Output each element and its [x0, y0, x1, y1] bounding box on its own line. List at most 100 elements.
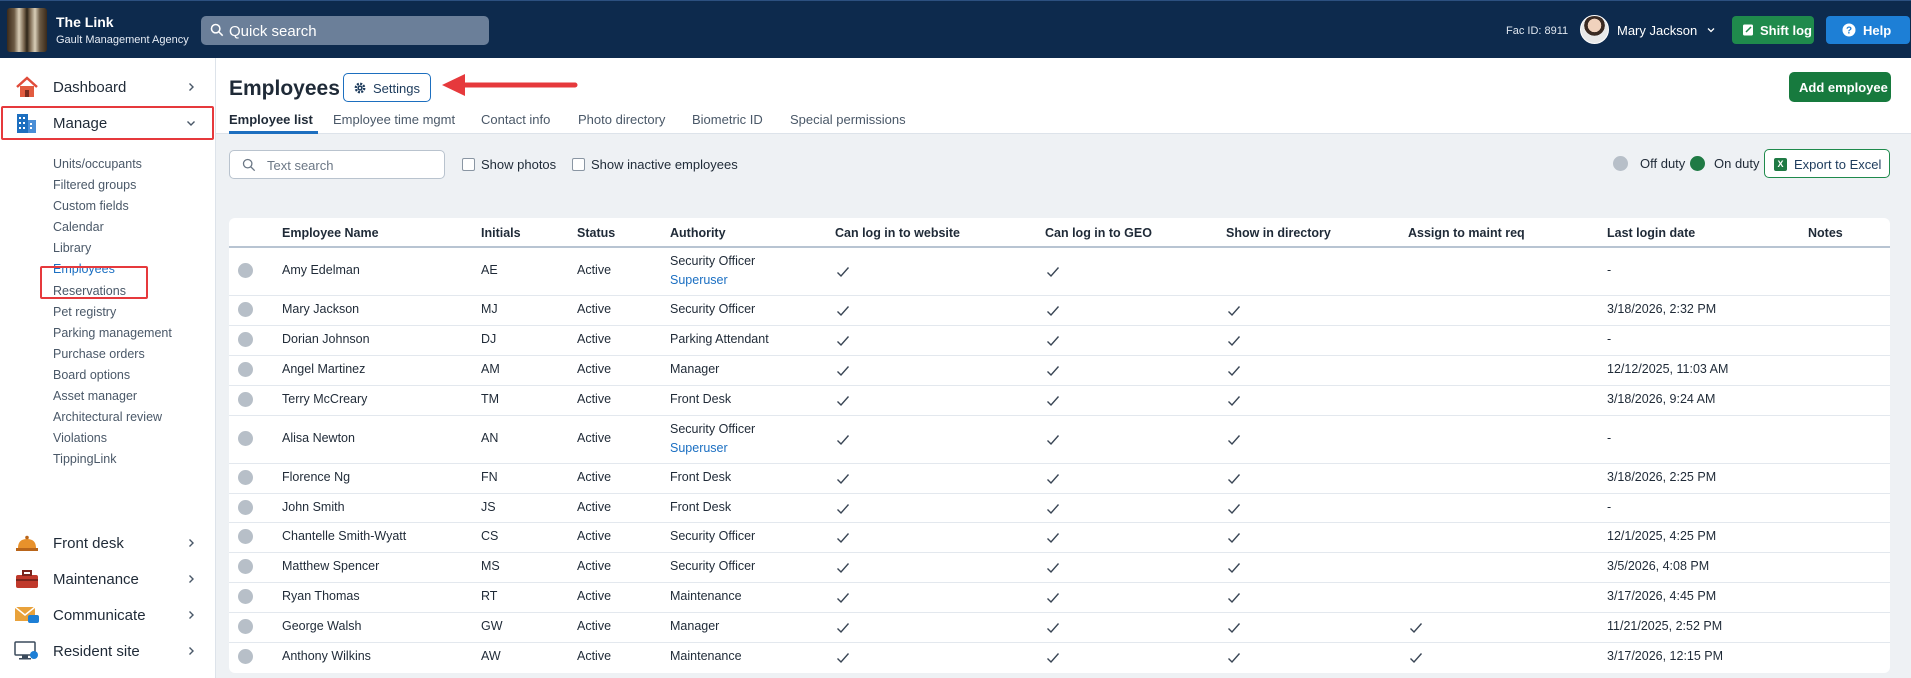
- sidebar: Dashboard Manage Units/occupants Filtered…: [0, 58, 216, 678]
- tab-photo-directory[interactable]: Photo directory: [578, 112, 665, 127]
- quick-search-placeholder: Quick search: [229, 23, 317, 40]
- tab-special-permissions[interactable]: Special permissions: [790, 112, 906, 127]
- employee-name-cell[interactable]: Matthew Spencer: [282, 559, 379, 573]
- row-divider: [229, 325, 1890, 326]
- directory-check-icon: [1227, 334, 1241, 347]
- employee-name-cell[interactable]: Chantelle Smith-Wyatt: [282, 529, 406, 543]
- sidebar-item-units-occupants[interactable]: Units/occupants: [53, 157, 142, 171]
- sidebar-item-asset-manager[interactable]: Asset manager: [53, 389, 137, 403]
- settings-button[interactable]: Settings: [343, 73, 431, 102]
- nav-label: Resident site: [53, 643, 140, 660]
- employee-name-cell[interactable]: Florence Ng: [282, 470, 350, 484]
- shift-log-label: Shift log: [1760, 23, 1812, 38]
- tab-contact-info[interactable]: Contact info: [481, 112, 550, 127]
- sidebar-item-custom-fields[interactable]: Custom fields: [53, 199, 129, 213]
- initials-cell: AW: [481, 649, 501, 663]
- col-can-log-in-geo-header[interactable]: Can log in to GEO: [1045, 226, 1152, 240]
- sidebar-item-board-options[interactable]: Board options: [53, 368, 130, 382]
- export-to-excel-button[interactable]: X Export to Excel: [1764, 149, 1890, 178]
- col-status-header[interactable]: Status: [577, 226, 615, 240]
- status-cell: Active: [577, 619, 612, 633]
- col-can-log-in-website-header[interactable]: Can log in to website: [835, 226, 960, 240]
- tab-employee-time-mgmt[interactable]: Employee time mgmt: [333, 112, 455, 127]
- employee-name-cell[interactable]: Terry McCreary: [282, 392, 367, 406]
- sidebar-item-filtered-groups[interactable]: Filtered groups: [53, 178, 136, 192]
- superuser-link[interactable]: Superuser: [670, 441, 728, 455]
- authority-cell: Security Officer: [670, 254, 756, 268]
- manage-highlight-box: [1, 106, 214, 140]
- employee-name-cell[interactable]: George Walsh: [282, 619, 361, 633]
- website-check-icon: [836, 561, 850, 574]
- status-cell: Active: [577, 529, 612, 543]
- nav-maintenance[interactable]: Maintenance: [0, 564, 216, 594]
- last-login-cell: 3/18/2026, 2:32 PM: [1607, 302, 1717, 316]
- sidebar-item-pet-registry[interactable]: Pet registry: [53, 305, 116, 319]
- quick-search-input[interactable]: Quick search: [201, 16, 489, 45]
- employees-highlight-box: [40, 266, 148, 299]
- on-duty-dot: [1690, 156, 1705, 171]
- nav-communicate[interactable]: Communicate: [0, 600, 216, 630]
- last-login-cell: 11/21/2025, 2:52 PM: [1607, 619, 1723, 633]
- employee-name-cell[interactable]: Angel Martinez: [282, 362, 365, 376]
- property-logo[interactable]: [7, 8, 47, 52]
- website-check-icon: [836, 651, 850, 664]
- nav-resident-site[interactable]: Resident site: [0, 636, 216, 666]
- sidebar-item-tippinglink[interactable]: TippingLink: [53, 452, 116, 466]
- sidebar-item-purchase-orders[interactable]: Purchase orders: [53, 347, 145, 361]
- last-login-cell: -: [1607, 332, 1612, 346]
- col-initials-header[interactable]: Initials: [481, 226, 521, 240]
- add-employee-button[interactable]: Add employee: [1789, 72, 1891, 102]
- col-authority-header[interactable]: Authority: [670, 226, 726, 240]
- employee-name-cell[interactable]: Alisa Newton: [282, 431, 355, 445]
- col-show-in-directory-header[interactable]: Show in directory: [1226, 226, 1331, 240]
- last-login-cell: 3/18/2026, 9:24 AM: [1607, 392, 1716, 406]
- chevron-down-icon[interactable]: [1705, 24, 1717, 36]
- sidebar-item-parking-management[interactable]: Parking management: [53, 326, 172, 340]
- geo-check-icon: [1046, 265, 1060, 278]
- bell-icon: [16, 535, 38, 551]
- employee-name-cell[interactable]: Mary Jackson: [282, 302, 359, 316]
- sidebar-item-library[interactable]: Library: [53, 241, 91, 255]
- shift-log-button[interactable]: Shift log: [1732, 16, 1814, 44]
- col-employee-name-header[interactable]: Employee Name: [282, 226, 379, 240]
- sidebar-item-calendar[interactable]: Calendar: [53, 220, 104, 234]
- sidebar-item-violations[interactable]: Violations: [53, 431, 107, 445]
- help-button[interactable]: ? Help: [1826, 16, 1910, 44]
- user-avatar[interactable]: [1580, 15, 1609, 44]
- nav-front-desk[interactable]: Front desk: [0, 528, 216, 558]
- search-icon: [210, 23, 224, 37]
- row-divider: [229, 385, 1890, 386]
- tab-employee-list[interactable]: Employee list: [229, 112, 313, 127]
- excel-icon: X: [1774, 158, 1787, 171]
- initials-cell: FN: [481, 470, 498, 484]
- col-notes-header[interactable]: Notes: [1808, 226, 1843, 240]
- col-last-login-date-header[interactable]: Last login date: [1607, 226, 1695, 240]
- row-divider: [229, 642, 1890, 643]
- chevron-right-icon: [189, 611, 194, 619]
- text-search-input[interactable]: Text search: [229, 150, 445, 179]
- employee-name-cell[interactable]: Ryan Thomas: [282, 589, 360, 603]
- employee-name-cell[interactable]: Amy Edelman: [282, 263, 360, 277]
- website-check-icon: [836, 394, 850, 407]
- initials-cell: MJ: [481, 302, 498, 316]
- directory-check-icon: [1227, 394, 1241, 407]
- col-assign-maint-req-header[interactable]: Assign to maint req: [1408, 226, 1525, 240]
- status-cell: Active: [577, 431, 612, 445]
- status-cell: Active: [577, 392, 612, 406]
- employee-name-cell[interactable]: Dorian Johnson: [282, 332, 370, 346]
- nav-dashboard[interactable]: Dashboard: [0, 72, 216, 102]
- checkbox-box[interactable]: [572, 158, 585, 171]
- row-divider: [229, 415, 1890, 416]
- duty-status-dot: [238, 559, 253, 574]
- checkbox-box[interactable]: [462, 158, 475, 171]
- directory-check-icon: [1227, 531, 1241, 544]
- employee-name-cell[interactable]: John Smith: [282, 500, 345, 514]
- sidebar-item-architectural-review[interactable]: Architectural review: [53, 410, 162, 424]
- last-login-cell: -: [1607, 500, 1612, 514]
- user-name[interactable]: Mary Jackson: [1617, 23, 1697, 38]
- tab-biometric-id[interactable]: Biometric ID: [692, 112, 763, 127]
- employee-name-cell[interactable]: Anthony Wilkins: [282, 649, 371, 663]
- svg-text:?: ?: [1846, 26, 1852, 37]
- superuser-link[interactable]: Superuser: [670, 273, 728, 287]
- chevron-right-icon: [189, 575, 194, 583]
